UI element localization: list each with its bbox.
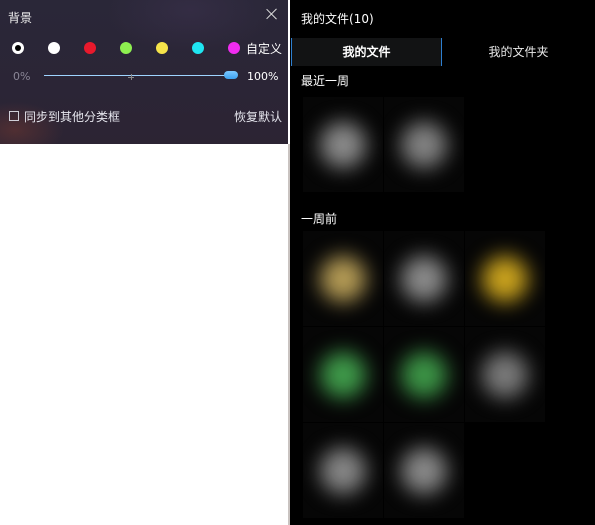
swatch-cyan[interactable] <box>192 42 204 54</box>
file-thumbnail[interactable] <box>303 327 383 422</box>
thumbnail-preview <box>401 121 447 168</box>
thumbnail-preview <box>320 121 366 168</box>
file-thumbnail[interactable] <box>303 423 383 518</box>
thumbnail-preview <box>320 351 366 398</box>
file-thumbnail[interactable] <box>303 97 383 192</box>
file-thumbnail[interactable] <box>384 231 464 326</box>
opacity-slider-track[interactable] <box>44 75 236 76</box>
file-thumbnail[interactable] <box>384 423 464 518</box>
file-thumbnail[interactable] <box>465 231 545 326</box>
swatch-black[interactable] <box>12 42 24 54</box>
slider-center-tick-icon <box>128 74 134 80</box>
section-title-older: 一周前 <box>301 212 338 226</box>
opacity-slider-thumb[interactable] <box>224 71 238 79</box>
file-thumbnail[interactable] <box>465 327 545 422</box>
custom-color-button[interactable]: 自定义 <box>246 40 282 57</box>
file-thumbnail[interactable] <box>384 97 464 192</box>
swatch-yellow[interactable] <box>156 42 168 54</box>
file-thumbnail[interactable] <box>384 327 464 422</box>
opacity-max-label: 100% <box>247 70 279 83</box>
thumbnail-preview <box>320 447 366 494</box>
tab-my-folders[interactable]: 我的文件夹 <box>442 38 595 66</box>
files-header: 我的文件(10) <box>301 12 374 26</box>
files-tabs: 我的文件 我的文件夹 <box>291 38 595 66</box>
swatch-red[interactable] <box>84 42 96 54</box>
sync-checkbox[interactable] <box>9 111 19 121</box>
background-settings-panel: 背景 自定义 0% 100% 同步到其他分类框 恢复默认 <box>0 0 288 144</box>
sync-label[interactable]: 同步到其他分类框 <box>24 108 120 125</box>
file-thumbnail[interactable] <box>303 231 383 326</box>
thumbnail-preview <box>482 351 528 398</box>
thumbnail-preview <box>401 351 447 398</box>
swatch-green[interactable] <box>120 42 132 54</box>
tab-my-files[interactable]: 我的文件 <box>291 38 442 66</box>
opacity-slider-fill <box>44 75 236 76</box>
panel-title: 背景 <box>8 11 33 25</box>
swatch-magenta[interactable] <box>228 42 240 54</box>
section-title-recent: 最近一周 <box>301 74 350 88</box>
opacity-min-label: 0% <box>13 70 31 83</box>
thumbnail-preview <box>401 447 447 494</box>
thumbnail-preview <box>401 255 447 302</box>
swatch-white[interactable] <box>48 42 60 54</box>
restore-default-button[interactable]: 恢复默认 <box>234 108 282 125</box>
thumbnail-preview <box>482 255 528 302</box>
close-icon[interactable] <box>264 6 280 22</box>
my-files-panel: 我的文件(10) 我的文件 我的文件夹 最近一周 一周前 <box>290 0 595 525</box>
thumbnail-preview <box>320 255 366 302</box>
